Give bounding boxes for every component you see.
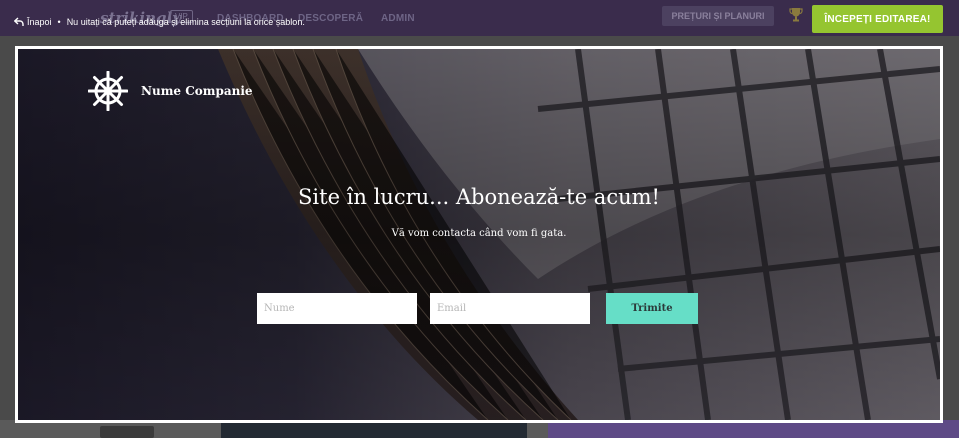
notice-message: Nu uitați că puteți adăuga și elimina se… (66, 17, 305, 27)
hero-title: Site în lucru... Abonează-te acum! (298, 185, 660, 209)
email-input[interactable] (430, 293, 590, 324)
nav-discover[interactable]: DESCOPERĂ (298, 0, 363, 36)
submit-button[interactable]: Trimite (606, 293, 698, 324)
hero-subtitle: Vă vom contacta când vom fi gata. (391, 228, 567, 239)
template-preview: Nume Companie Site în lucru... Abonează-… (15, 46, 943, 423)
company-name[interactable]: Nume Companie (141, 84, 253, 98)
ship-wheel-icon (88, 71, 128, 111)
pricing-plans-button[interactable]: PREȚURI ȘI PLANURI (662, 6, 774, 26)
separator-bullet: • (57, 17, 61, 27)
notice-bar: Înapoi • Nu uitați că puteți adăuga și e… (14, 16, 305, 28)
start-editing-button[interactable]: ÎNCEPEȚI EDITAREA! (812, 5, 943, 33)
trophy-icon[interactable] (789, 7, 803, 23)
back-arrow-icon[interactable] (14, 17, 24, 27)
name-input[interactable] (257, 293, 417, 324)
underlying-heading (100, 426, 154, 438)
nav-admin[interactable]: ADMIN (381, 0, 415, 36)
back-link[interactable]: Înapoi (27, 17, 52, 27)
brand: Nume Companie (88, 71, 253, 111)
